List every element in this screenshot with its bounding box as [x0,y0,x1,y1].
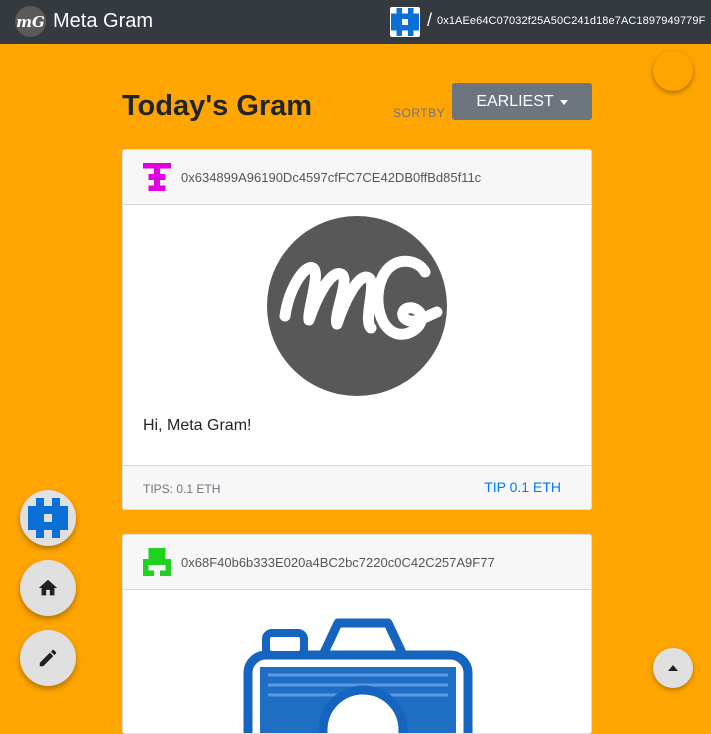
identicon-avatar-icon [28,498,68,538]
post-header: 0x68F40b6b333E020a4BC2bc7220c0C42C257A9F… [123,535,591,590]
tip-button[interactable]: TIP 0.1 ETH [484,479,561,495]
app-logo[interactable]: mG [15,6,46,37]
author-identicon-icon [143,163,171,191]
home-button[interactable] [20,560,76,616]
logo-text: mG [16,12,45,31]
author-address[interactable]: 0x634899A96190Dc4597cfFC7CE42DB0ffBd85f1… [181,170,481,185]
edit-post-button[interactable] [20,630,76,686]
app-title[interactable]: Meta Gram [53,9,153,33]
post-header: 0x634899A96190Dc4597cfFC7CE42DB0ffBd85f1… [123,150,591,205]
sort-by-label: SORTBY [393,106,446,120]
post-footer: TIPS: 0.1 ETH TIP 0.1 ETH [123,465,591,509]
home-icon [38,579,58,596]
mg-logo-image: mG [279,255,443,389]
author-identicon-icon [143,548,171,576]
page-title: Today's Gram [122,90,313,122]
post-caption: Hi, Meta Gram! [143,417,252,434]
account-address: 0x1AEe64C07032f25A50C241d18e7AC189794977… [437,15,706,27]
account-identicon-icon[interactable] [390,7,420,37]
post-image: mG [267,216,447,396]
mg-logo-text: mG [357,387,359,389]
chevron-down-icon [559,99,568,105]
profile-avatar-button[interactable] [20,490,76,546]
top-navbar: mG Meta Gram / 0x1AEe64C07032f25A50C241d… [0,0,711,44]
camera-sketch-image [243,618,473,733]
tips-amount: TIPS: 0.1 ETH [143,482,221,496]
post-card: 0x634899A96190Dc4597cfFC7CE42DB0ffBd85f1… [122,149,592,510]
author-address[interactable]: 0x68F40b6b333E020a4BC2bc7220c0C42C257A9F… [181,555,495,570]
scroll-to-top-button[interactable] [653,648,693,688]
sort-dropdown-button[interactable]: EARLIEST [452,83,592,120]
sort-value: EARLIEST [476,92,554,110]
post-card: 0x68F40b6b333E020a4BC2bc7220c0C42C257A9F… [122,534,592,734]
address-separator: / [427,10,433,30]
floating-action-button-top[interactable] [653,51,693,91]
scroll-up-icon [668,665,678,671]
pencil-icon [39,649,57,667]
